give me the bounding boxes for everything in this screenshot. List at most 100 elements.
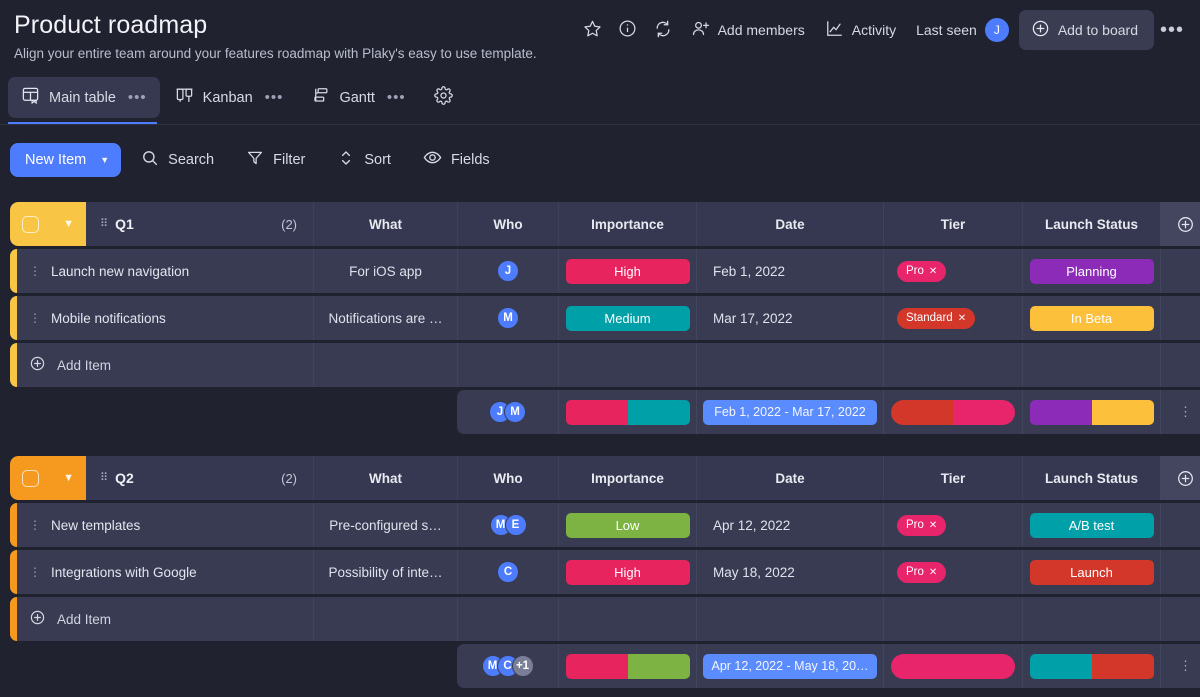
cell-tier[interactable]: Standard ✕ [883, 296, 1022, 340]
table-row[interactable]: New templates Pre-configured s… ME Low A… [10, 503, 1200, 547]
filter-button[interactable]: Filter [234, 140, 317, 180]
cell-importance[interactable]: Low [558, 503, 696, 547]
column-header-who[interactable]: Who [457, 456, 558, 500]
avatar[interactable]: E [504, 514, 527, 536]
cell-tier[interactable]: Pro ✕ [883, 550, 1022, 594]
new-item-button[interactable]: New Item ▼ [10, 142, 122, 177]
row-end-cell [1160, 249, 1200, 293]
tab-gantt[interactable]: Gantt ••• [298, 77, 418, 118]
group-name[interactable]: Q2 [115, 470, 134, 486]
cell-launch-status[interactable]: Planning [1022, 249, 1160, 293]
cell-launch-status[interactable]: A/B test [1022, 503, 1160, 547]
cell-tier[interactable]: Pro ✕ [883, 503, 1022, 547]
group-name[interactable]: Q1 [115, 216, 134, 232]
column-header-importance[interactable]: Importance [558, 202, 696, 246]
avatar[interactable]: M [504, 401, 526, 423]
close-icon[interactable]: ✕ [929, 520, 937, 531]
cell-importance[interactable]: High [558, 550, 696, 594]
row-menu-handle[interactable] [29, 311, 41, 325]
cell-date[interactable]: Feb 1, 2022 [696, 249, 883, 293]
row-menu-handle[interactable] [29, 565, 41, 579]
tab-settings[interactable] [421, 77, 466, 118]
summary-menu-button[interactable] [1160, 390, 1200, 434]
add-item-row[interactable]: Add Item [10, 597, 1200, 641]
refresh-button[interactable] [645, 11, 681, 50]
add-column-button[interactable] [1160, 202, 1200, 246]
cell-who[interactable]: ME [457, 503, 558, 547]
group-q1: ▼ ⠿ Q1 (2) What Who Importance Date Tier Laun… [0, 202, 1200, 434]
cell-tier[interactable]: Pro ✕ [883, 249, 1022, 293]
tab-kanban[interactable]: Kanban ••• [162, 77, 297, 118]
column-header-importance[interactable]: Importance [558, 456, 696, 500]
add-item-cell[interactable]: Add Item [10, 343, 313, 387]
column-header-what[interactable]: What [313, 202, 457, 246]
column-header-tier[interactable]: Tier [883, 202, 1022, 246]
avatar[interactable]: M [497, 307, 519, 329]
table-row[interactable]: Mobile notifications Notifications are …… [10, 296, 1200, 340]
sort-button[interactable]: Sort [325, 140, 403, 180]
info-button[interactable] [610, 11, 645, 49]
group-select-checkbox[interactable] [22, 469, 40, 487]
chevron-down-icon[interactable]: ▼ [100, 155, 109, 165]
avatar[interactable]: C [497, 561, 519, 583]
cell-importance[interactable]: Medium [558, 296, 696, 340]
activity-button[interactable]: Activity [815, 11, 906, 49]
close-icon[interactable]: ✕ [958, 313, 966, 324]
tab-main-table-menu-icon[interactable]: ••• [128, 90, 147, 105]
column-header-date[interactable]: Date [696, 202, 883, 246]
add-column-button[interactable] [1160, 456, 1200, 500]
row-menu-handle[interactable] [29, 264, 41, 278]
cell-what[interactable]: Notifications are … [313, 296, 457, 340]
row-title-cell[interactable]: New templates [10, 503, 313, 547]
cell-launch-status[interactable]: Launch [1022, 550, 1160, 594]
group-select-checkbox[interactable] [22, 215, 40, 233]
chevron-down-icon[interactable]: ▼ [63, 218, 74, 230]
last-seen-button[interactable]: Last seen J [906, 10, 1019, 50]
tab-main-table[interactable]: Main table ••• [8, 77, 160, 118]
add-item-row[interactable]: Add Item [10, 343, 1200, 387]
cell-what[interactable]: Pre-configured s… [313, 503, 457, 547]
cell-date[interactable]: May 18, 2022 [696, 550, 883, 594]
cell-who[interactable]: C [457, 550, 558, 594]
row-title-cell[interactable]: Integrations with Google [10, 550, 313, 594]
tab-gantt-menu-icon[interactable]: ••• [387, 90, 406, 105]
close-icon[interactable]: ✕ [929, 266, 937, 277]
column-header-launch-status[interactable]: Launch Status [1022, 456, 1160, 500]
row-menu-handle[interactable] [29, 518, 41, 532]
cell-what[interactable]: Possibility of inte… [313, 550, 457, 594]
star-button[interactable] [575, 11, 610, 49]
cell-launch-status[interactable]: In Beta [1022, 296, 1160, 340]
cell-who[interactable]: J [457, 249, 558, 293]
cell-importance[interactable]: High [558, 249, 696, 293]
add-members-button[interactable]: Add members [681, 11, 815, 49]
plus-circle-icon[interactable] [29, 355, 46, 375]
avatar[interactable]: J [497, 260, 519, 282]
board-more-menu-button[interactable]: ••• [1154, 16, 1190, 44]
column-header-date[interactable]: Date [696, 456, 883, 500]
group-drag-handle[interactable]: ⠿ [100, 472, 108, 484]
search-button[interactable]: Search [129, 140, 226, 180]
add-item-cell[interactable]: Add Item [10, 597, 313, 641]
table-row[interactable]: Launch new navigation For iOS app J High… [10, 249, 1200, 293]
column-header-what[interactable]: What [313, 456, 457, 500]
column-header-tier[interactable]: Tier [883, 456, 1022, 500]
row-title-cell[interactable]: Mobile notifications [10, 296, 313, 340]
summary-status [1022, 644, 1160, 688]
table-row[interactable]: Integrations with Google Possibility of … [10, 550, 1200, 594]
cell-date[interactable]: Mar 17, 2022 [696, 296, 883, 340]
tab-kanban-menu-icon[interactable]: ••• [265, 90, 284, 105]
close-icon[interactable]: ✕ [929, 567, 937, 578]
fields-button[interactable]: Fields [411, 139, 502, 180]
column-header-launch-status[interactable]: Launch Status [1022, 202, 1160, 246]
row-title-cell[interactable]: Launch new navigation [10, 249, 313, 293]
plus-circle-icon[interactable] [29, 609, 46, 629]
cell-date[interactable]: Apr 12, 2022 [696, 503, 883, 547]
cell-who[interactable]: M [457, 296, 558, 340]
cell-what[interactable]: For iOS app [313, 249, 457, 293]
group-drag-handle[interactable]: ⠿ [100, 218, 108, 230]
summary-menu-button[interactable] [1160, 644, 1200, 688]
chevron-down-icon[interactable]: ▼ [63, 472, 74, 484]
column-header-who[interactable]: Who [457, 202, 558, 246]
avatar[interactable]: +1 [511, 655, 534, 677]
add-to-board-button[interactable]: Add to board [1018, 10, 1154, 50]
